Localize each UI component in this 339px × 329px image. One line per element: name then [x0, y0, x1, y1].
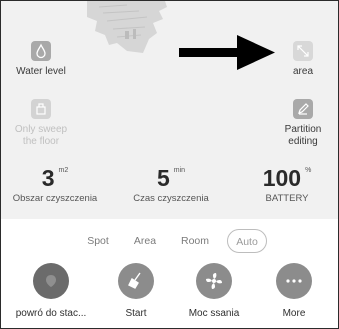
control-panel: Water level area Only sweep the floor Pa…: [1, 1, 338, 219]
expand-area-icon: [293, 41, 313, 61]
mode-auto[interactable]: Auto: [227, 229, 267, 253]
start-button[interactable]: Start: [91, 263, 181, 319]
action-bar: powró do stac... Start Moc ssania More: [1, 263, 338, 327]
sweep-floor-icon: [31, 99, 51, 119]
partition-label-line2: editing: [288, 136, 318, 147]
more-label: More: [282, 308, 306, 319]
water-level-label: Water level: [16, 66, 66, 77]
dock-button[interactable]: powró do stac...: [6, 263, 96, 319]
stat-area-caption: Obszar czyszczenia: [12, 193, 98, 204]
more-button[interactable]: More: [249, 263, 338, 319]
more-dots-icon: [276, 263, 312, 299]
edit-pencil-icon: [293, 99, 313, 119]
pointer-arrow-icon: [179, 35, 275, 70]
water-level-tile[interactable]: Water level: [1, 41, 81, 78]
stat-time-value: 5: [156, 165, 170, 191]
stat-time: 5 min Czas czyszczenia: [121, 165, 221, 204]
home-dock-icon: [33, 263, 69, 299]
stat-time-unit: min: [173, 167, 186, 174]
stat-area: 3 m2 Obszar czyszczenia: [5, 165, 105, 204]
stat-battery: 100% BATTERY: [237, 165, 337, 204]
area-label: area: [292, 66, 313, 77]
only-sweep-label-line2: the floor: [22, 136, 60, 147]
water-drop-icon: [31, 41, 51, 61]
suction-power-button[interactable]: Moc ssania: [169, 263, 259, 319]
app-screen: Water level area Only sweep the floor Pa…: [0, 0, 339, 329]
fan-icon: [196, 263, 232, 299]
only-sweep-tile[interactable]: Only sweep the floor: [1, 99, 81, 148]
dock-label: powró do stac...: [15, 308, 87, 319]
only-sweep-label-line1: Only sweep: [14, 124, 68, 135]
area-tile[interactable]: area: [263, 41, 338, 78]
stat-battery-unit: %: [305, 167, 312, 174]
stat-battery-caption: BATTERY: [265, 193, 309, 204]
partition-label-line1: Partition: [284, 124, 322, 135]
stat-area-value: 3: [41, 165, 55, 191]
partition-editing-tile[interactable]: Partition editing: [263, 99, 338, 148]
cleaning-mode-selector: Spot Area Room Auto: [1, 229, 338, 255]
stat-area-unit: m2: [58, 167, 69, 174]
only-sweep-label: Only sweep the floor: [1, 124, 81, 148]
stat-time-caption: Czas czyszczenia: [133, 193, 209, 204]
suction-power-label: Moc ssania: [188, 308, 240, 319]
partition-label: Partition editing: [263, 124, 338, 148]
mode-spot[interactable]: Spot: [83, 229, 113, 253]
mode-room[interactable]: Room: [177, 229, 213, 253]
mode-area[interactable]: Area: [129, 229, 161, 253]
start-label: Start: [125, 308, 147, 319]
stat-battery-value: 100: [262, 165, 302, 191]
map-preview[interactable]: [87, 1, 177, 53]
broom-icon: [118, 263, 154, 299]
